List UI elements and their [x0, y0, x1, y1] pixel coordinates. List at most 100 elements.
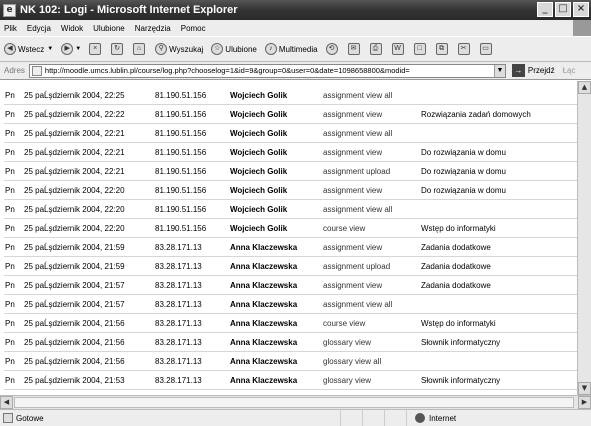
horizontal-scroll-thumb[interactable] [14, 397, 574, 408]
cell-date[interactable]: 25 paĹşdziernik 2004, 21:56 [24, 357, 125, 366]
cell-date[interactable]: 25 paĹşdziernik 2004, 21:57 [24, 300, 125, 309]
favorites-button[interactable]: ☆ Ulubione [211, 43, 257, 55]
cell-info[interactable]: Do rozwiązania w domu [421, 186, 506, 195]
cell-info[interactable]: Wstęp do informatyki [421, 224, 496, 233]
cell-user[interactable]: Wojciech Golik [230, 129, 287, 138]
cell-action[interactable]: glossary view [323, 376, 371, 385]
edit-button[interactable]: W [391, 43, 406, 55]
back-dropdown-icon[interactable]: ▼ [47, 46, 53, 52]
scroll-down-icon[interactable]: ▼ [578, 382, 591, 395]
print-button[interactable]: ⎙ [369, 43, 384, 55]
forward-button[interactable]: ▶ ▼ [61, 43, 81, 55]
cell-user[interactable]: Anna Klaczewska [230, 262, 297, 271]
mail-button[interactable]: ✉ [347, 43, 362, 55]
cell-user[interactable]: Wojciech Golik [230, 91, 287, 100]
address-input[interactable]: http://moodle.umcs.lublin.pl/course/log.… [28, 63, 506, 78]
cell-action[interactable]: assignment view all [323, 205, 392, 214]
cell-ip[interactable]: 81.190.51.156 [155, 148, 206, 157]
address-url[interactable]: http://moodle.umcs.lublin.pl/course/log.… [45, 66, 410, 75]
cell-ip[interactable]: 81.190.51.156 [155, 91, 206, 100]
cell-date[interactable]: 25 paĹşdziernik 2004, 22:20 [24, 205, 125, 214]
cell-date[interactable]: 25 paĹşdziernik 2004, 21:57 [24, 281, 125, 290]
cell-ip[interactable]: 81.190.51.156 [155, 167, 206, 176]
cell-user[interactable]: Wojciech Golik [230, 186, 287, 195]
horizontal-scrollbar[interactable]: ◀ ▶ [0, 395, 591, 409]
go-button[interactable]: → Przejdź [511, 64, 555, 77]
cell-user[interactable]: Anna Klaczewska [230, 319, 297, 328]
cell-action[interactable]: assignment view all [323, 91, 392, 100]
scroll-left-icon[interactable]: ◀ [0, 396, 13, 409]
cell-ip[interactable]: 81.190.51.156 [155, 186, 206, 195]
vertical-scrollbar[interactable]: ▲ ▼ [577, 81, 591, 395]
cell-ip[interactable]: 83.28.171.13 [155, 357, 202, 366]
cell-action[interactable]: assignment upload [323, 167, 390, 176]
cell-info[interactable]: Słownik informatyczny [421, 338, 500, 347]
cell-user[interactable]: Wojciech Golik [230, 224, 287, 233]
cell-ip[interactable]: 83.28.171.13 [155, 338, 202, 347]
search-button[interactable]: ⚲ Wyszukaj [155, 43, 203, 55]
cell-date[interactable]: 25 paĹşdziernik 2004, 22:21 [24, 148, 125, 157]
cell-date[interactable]: 25 paĹşdziernik 2004, 21:56 [24, 338, 125, 347]
cell-action[interactable]: assignment view [323, 243, 382, 252]
cell-date[interactable]: 25 paĹşdziernik 2004, 22:20 [24, 186, 125, 195]
menu-item-narzedzia[interactable]: Narzędzia [135, 24, 171, 33]
cell-action[interactable]: assignment upload [323, 262, 390, 271]
history-button[interactable]: ⟲ [325, 43, 340, 55]
cell-date[interactable]: 25 paĹşdziernik 2004, 22:22 [24, 110, 125, 119]
cell-date[interactable]: 25 paĹşdziernik 2004, 21:56 [24, 319, 125, 328]
cut-button[interactable]: ✂ [457, 43, 472, 55]
cell-ip[interactable]: 81.190.51.156 [155, 110, 206, 119]
minimize-button[interactable]: _ [537, 2, 553, 17]
cell-user[interactable]: Wojciech Golik [230, 148, 287, 157]
media-button[interactable]: ♪ Multimedia [264, 43, 318, 55]
cell-ip[interactable]: 81.190.51.156 [155, 129, 206, 138]
cell-info[interactable]: Wstęp do informatyki [421, 319, 496, 328]
cell-ip[interactable]: 83.28.171.13 [155, 300, 202, 309]
cell-action[interactable]: course view [323, 319, 365, 328]
cell-date[interactable]: 25 paĹşdziernik 2004, 22:25 [24, 91, 125, 100]
cell-date[interactable]: 25 paĹşdziernik 2004, 22:21 [24, 129, 125, 138]
cell-user[interactable]: Anna Klaczewska [230, 338, 297, 347]
cell-ip[interactable]: 83.28.171.13 [155, 243, 202, 252]
cell-info[interactable]: Rozwiązania zadań domowych [421, 110, 531, 119]
forward-dropdown-icon[interactable]: ▼ [75, 46, 81, 52]
cell-info[interactable]: Do rozwiązania w domu [421, 167, 506, 176]
cell-ip[interactable]: 83.28.171.13 [155, 319, 202, 328]
cell-info[interactable]: Słownik informatyczny [421, 376, 500, 385]
menu-item-plik[interactable]: Plik [4, 24, 17, 33]
cell-user[interactable]: Wojciech Golik [230, 167, 287, 176]
cell-user[interactable]: Anna Klaczewska [230, 243, 297, 252]
links-label[interactable]: Łąc [563, 66, 576, 75]
cell-user[interactable]: Anna Klaczewska [230, 300, 297, 309]
cell-info[interactable]: Zadania dodatkowe [421, 262, 491, 271]
scroll-right-icon[interactable]: ▶ [578, 396, 591, 409]
cell-ip[interactable]: 81.190.51.156 [155, 205, 206, 214]
cell-ip[interactable]: 83.28.171.13 [155, 281, 202, 290]
cell-ip[interactable]: 81.190.51.156 [155, 224, 206, 233]
scroll-up-icon[interactable]: ▲ [578, 81, 591, 94]
cell-action[interactable]: assignment view [323, 148, 382, 157]
home-button[interactable]: ⌂ [133, 43, 147, 55]
copy-button[interactable]: ⧉ [435, 43, 450, 55]
cell-info[interactable]: Do rozwiązania w domu [421, 148, 506, 157]
cell-info[interactable]: Zadania dodatkowe [421, 243, 491, 252]
cell-action[interactable]: assignment view all [323, 129, 392, 138]
back-button[interactable]: ◀ Wstecz ▼ [4, 43, 53, 55]
cell-user[interactable]: Wojciech Golik [230, 205, 287, 214]
cell-info[interactable]: Zadania dodatkowe [421, 281, 491, 290]
cell-user[interactable]: Anna Klaczewska [230, 376, 297, 385]
menu-item-ulubione[interactable]: Ulubione [93, 24, 125, 33]
cell-action[interactable]: assignment view all [323, 300, 392, 309]
menu-item-widok[interactable]: Widok [61, 24, 83, 33]
cell-ip[interactable]: 83.28.171.13 [155, 376, 202, 385]
close-button[interactable]: × [573, 2, 589, 17]
address-dropdown-icon[interactable]: ▼ [493, 64, 505, 77]
menu-item-edycja[interactable]: Edycja [27, 24, 51, 33]
paste-button[interactable]: ▭ [479, 43, 494, 55]
stop-button[interactable]: × [89, 43, 103, 55]
cell-date[interactable]: 25 paĹşdziernik 2004, 22:21 [24, 167, 125, 176]
cell-user[interactable]: Anna Klaczewska [230, 357, 297, 366]
cell-action[interactable]: assignment view [323, 186, 382, 195]
cell-action[interactable]: assignment view [323, 281, 382, 290]
cell-date[interactable]: 25 paĹşdziernik 2004, 21:59 [24, 262, 125, 271]
